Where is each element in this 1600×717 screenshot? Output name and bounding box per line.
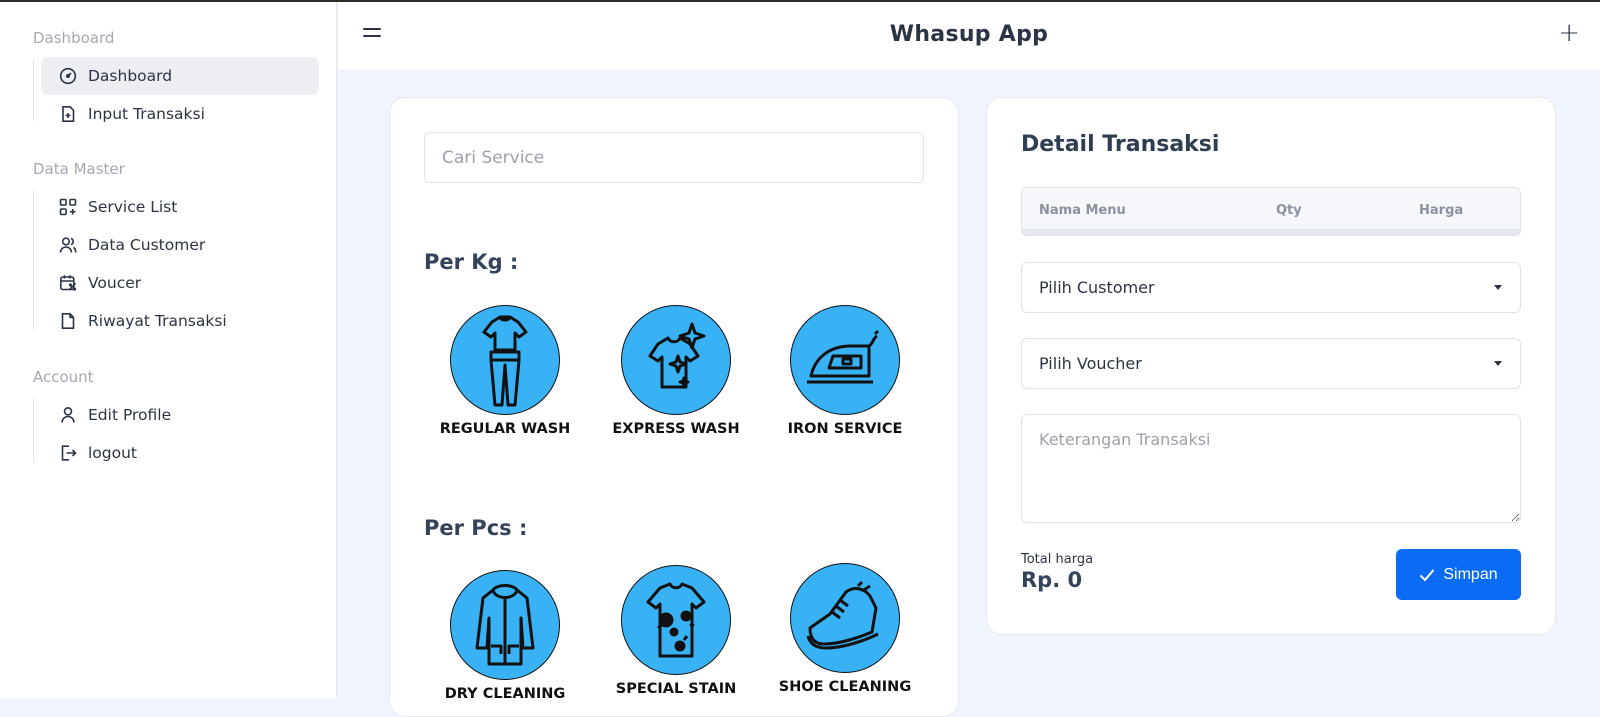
keterangan-textarea[interactable] xyxy=(1021,414,1521,523)
group-title-per-pcs: Per Pcs : xyxy=(424,516,528,540)
sidebar-item-riwayat-transaksi[interactable]: Riwayat Transaksi xyxy=(41,302,319,340)
service-express-wash[interactable]: EXPRESS WASH xyxy=(601,305,751,437)
customer-select-value: Pilih Customer xyxy=(1039,278,1155,297)
top-header: Whasup App + xyxy=(338,2,1600,70)
section-title-account: Account xyxy=(33,368,94,386)
service-dry-cleaning[interactable]: DRY CLEANING xyxy=(430,570,580,702)
sidebar-item-label: Dashboard xyxy=(88,67,173,85)
service-label: SPECIAL STAIN xyxy=(615,681,737,697)
sidebar-item-dashboard[interactable]: Dashboard xyxy=(41,57,319,95)
logout-icon xyxy=(59,444,77,462)
search-service-input[interactable] xyxy=(424,132,924,183)
section-guide-line xyxy=(33,398,34,462)
section-guide-line xyxy=(33,190,34,330)
service-card: Per Kg : REGULAR WASH EXPRESS WASH xyxy=(389,97,959,717)
sidebar: Dashboard Dashboard Input Transaksi Data… xyxy=(0,2,337,698)
sidebar-item-label: Riwayat Transaksi xyxy=(88,312,227,330)
users-icon xyxy=(59,236,77,254)
voucher-select[interactable]: Pilih Voucher xyxy=(1021,338,1521,389)
section-title-dashboard: Dashboard xyxy=(33,29,115,47)
jacket-icon xyxy=(450,570,560,680)
transaction-table: Nama Menu Qty Harga xyxy=(1021,187,1521,236)
sidebar-item-label: logout xyxy=(88,444,138,462)
customer-select[interactable]: Pilih Customer xyxy=(1021,262,1521,313)
simpan-button[interactable]: Simpan xyxy=(1396,549,1521,600)
total-value: Rp. 0 xyxy=(1021,568,1083,592)
service-regular-wash[interactable]: REGULAR WASH xyxy=(430,305,580,437)
sidebar-item-label: Input Transaksi xyxy=(88,105,205,123)
add-icon[interactable]: + xyxy=(1558,20,1580,46)
service-label: SHOE CLEANING xyxy=(778,679,912,695)
service-label: IRON SERVICE xyxy=(787,421,903,437)
service-special-stain[interactable]: SPECIAL STAIN xyxy=(601,565,751,697)
table-scrollbar[interactable] xyxy=(1022,229,1520,235)
sidebar-item-input-transaksi[interactable]: Input Transaksi xyxy=(41,95,319,133)
user-icon xyxy=(59,406,77,424)
iron-icon xyxy=(790,305,900,415)
file-icon xyxy=(59,312,77,330)
caret-down-icon xyxy=(1494,361,1502,366)
section-guide-line xyxy=(33,59,34,121)
total-label: Total harga xyxy=(1021,552,1094,567)
column-header-nama-menu: Nama Menu xyxy=(1039,203,1126,218)
section-title-data-master: Data Master xyxy=(33,160,125,178)
calendar-discount-icon xyxy=(59,274,77,292)
voucher-select-value: Pilih Voucher xyxy=(1039,354,1142,373)
clothes-icon xyxy=(450,305,560,415)
column-header-harga: Harga xyxy=(1419,203,1464,218)
service-label: REGULAR WASH xyxy=(439,421,571,437)
sidebar-item-label: Service List xyxy=(88,198,178,216)
sidebar-item-edit-profile[interactable]: Edit Profile xyxy=(41,396,319,434)
detail-transaksi-card: Detail Transaksi Nama Menu Qty Harga Pil… xyxy=(986,97,1556,635)
service-label: DRY CLEANING xyxy=(444,686,566,702)
sidebar-item-label: Edit Profile xyxy=(88,406,172,424)
stained-shirt-icon xyxy=(621,565,731,675)
sidebar-item-logout[interactable]: logout xyxy=(41,434,319,472)
service-iron[interactable]: IRON SERVICE xyxy=(770,305,920,437)
service-label: EXPRESS WASH xyxy=(612,421,740,437)
detail-title: Detail Transaksi xyxy=(1021,132,1220,157)
sidebar-item-service-list[interactable]: Service List xyxy=(41,188,319,226)
sparkle-shirt-icon xyxy=(621,305,731,415)
gauge-icon xyxy=(59,67,77,85)
file-plus-icon xyxy=(59,105,77,123)
simpan-label: Simpan xyxy=(1443,565,1498,583)
service-shoe-cleaning[interactable]: SHOE CLEANING xyxy=(770,563,920,695)
group-title-per-kg: Per Kg : xyxy=(424,250,519,274)
sidebar-item-label: Voucer xyxy=(88,274,142,292)
shoe-icon xyxy=(790,563,900,673)
app-title: Whasup App xyxy=(889,22,1049,47)
sidebar-item-voucer[interactable]: Voucer xyxy=(41,264,319,302)
check-icon xyxy=(1420,568,1435,581)
column-header-qty: Qty xyxy=(1276,203,1302,218)
caret-down-icon xyxy=(1494,285,1502,290)
sidebar-item-label: Data Customer xyxy=(88,236,206,254)
sidebar-item-data-customer[interactable]: Data Customer xyxy=(41,226,319,264)
grid-plus-icon xyxy=(59,198,77,216)
